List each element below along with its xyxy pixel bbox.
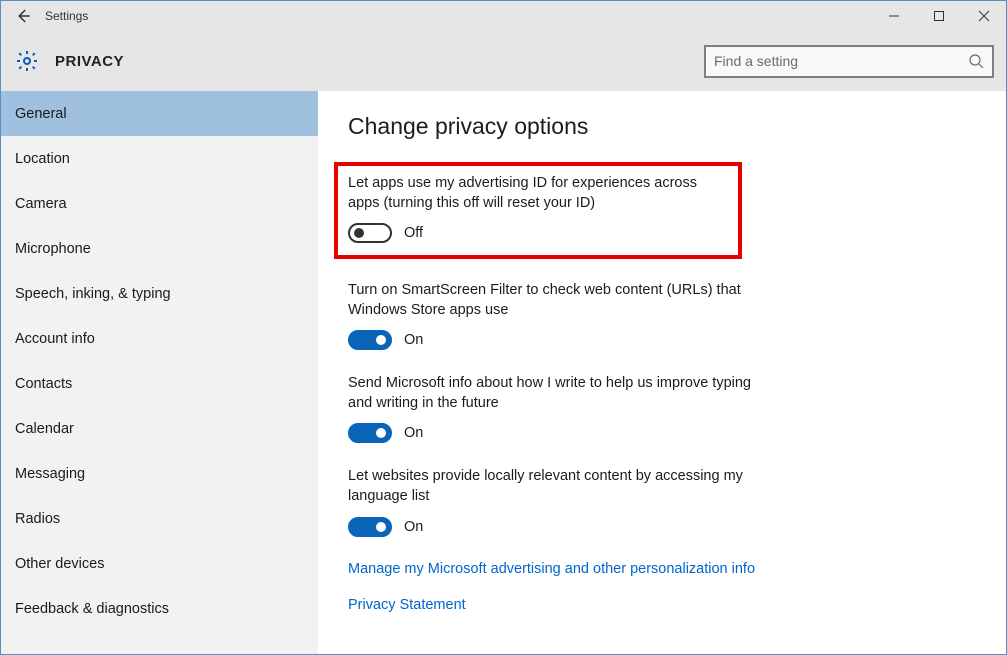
- sidebar-item-label: Location: [15, 151, 70, 167]
- sidebar-item-general[interactable]: General: [1, 91, 318, 136]
- toggle-switch[interactable]: [348, 330, 392, 350]
- back-button[interactable]: [1, 1, 45, 31]
- toggle-state-label: Off: [404, 225, 423, 241]
- privacy-setting: Let apps use my advertising ID for exper…: [348, 174, 728, 243]
- sidebar-item-location[interactable]: Location: [1, 136, 318, 181]
- sidebar-item-label: Feedback & diagnostics: [15, 601, 169, 617]
- privacy-setting: Send Microsoft info about how I write to…: [348, 374, 758, 443]
- sidebar-item-label: Contacts: [15, 376, 72, 392]
- setting-description: Let apps use my advertising ID for exper…: [348, 174, 728, 213]
- search-input[interactable]: [714, 53, 968, 69]
- sidebar-item-account-info[interactable]: Account info: [1, 316, 318, 361]
- toggle-switch[interactable]: [348, 223, 392, 243]
- sidebar-item-messaging[interactable]: Messaging: [1, 451, 318, 496]
- link[interactable]: Privacy Statement: [348, 597, 986, 613]
- toggle-switch[interactable]: [348, 423, 392, 443]
- setting-description: Send Microsoft info about how I write to…: [348, 374, 758, 413]
- sidebar-item-contacts[interactable]: Contacts: [1, 361, 318, 406]
- toggle-state-label: On: [404, 332, 423, 348]
- section-title: PRIVACY: [55, 53, 124, 70]
- minimize-button[interactable]: [871, 1, 916, 31]
- sidebar-item-label: Calendar: [15, 421, 74, 437]
- page-heading: Change privacy options: [348, 113, 986, 140]
- sidebar-item-label: Microphone: [15, 241, 91, 257]
- title-bar: Settings: [1, 1, 1006, 31]
- header: PRIVACY: [1, 31, 1006, 91]
- sidebar: General Location Camera Microphone Speech, i…: [1, 91, 318, 654]
- gear-icon: [9, 43, 45, 79]
- maximize-button[interactable]: [916, 1, 961, 31]
- sidebar-item-radios[interactable]: Radios: [1, 496, 318, 541]
- window-title: Settings: [45, 9, 88, 23]
- sidebar-item-label: Speech, inking, & typing: [15, 286, 171, 302]
- link[interactable]: Manage my Microsoft advertising and othe…: [348, 561, 986, 577]
- sidebar-item-feedback-diagnostics[interactable]: Feedback & diagnostics: [1, 586, 318, 631]
- setting-description: Turn on SmartScreen Filter to check web …: [348, 281, 758, 320]
- content: Change privacy options Let apps use my a…: [318, 91, 1006, 654]
- close-button[interactable]: [961, 1, 1006, 31]
- privacy-setting: Turn on SmartScreen Filter to check web …: [348, 281, 758, 350]
- sidebar-item-speech-inking-typing[interactable]: Speech, inking, & typing: [1, 271, 318, 316]
- privacy-setting: Let websites provide locally relevant co…: [348, 467, 758, 536]
- sidebar-item-label: Camera: [15, 196, 67, 212]
- search-icon: [968, 53, 984, 69]
- toggle-switch[interactable]: [348, 517, 392, 537]
- sidebar-item-label: Account info: [15, 331, 95, 347]
- toggle-state-label: On: [404, 519, 423, 535]
- highlight-box: Let apps use my advertising ID for exper…: [334, 162, 742, 259]
- sidebar-item-label: Other devices: [15, 556, 104, 572]
- search-box[interactable]: [704, 45, 994, 78]
- sidebar-item-microphone[interactable]: Microphone: [1, 226, 318, 271]
- sidebar-item-camera[interactable]: Camera: [1, 181, 318, 226]
- setting-description: Let websites provide locally relevant co…: [348, 467, 758, 506]
- toggle-state-label: On: [404, 425, 423, 441]
- sidebar-item-label: General: [15, 106, 67, 122]
- sidebar-item-label: Radios: [15, 511, 60, 527]
- sidebar-item-other-devices[interactable]: Other devices: [1, 541, 318, 586]
- sidebar-item-label: Messaging: [15, 466, 85, 482]
- sidebar-item-calendar[interactable]: Calendar: [1, 406, 318, 451]
